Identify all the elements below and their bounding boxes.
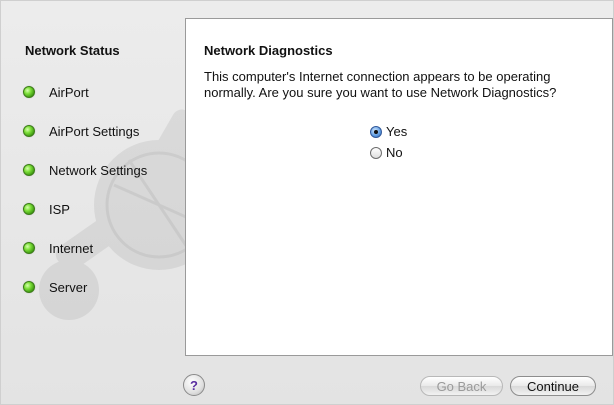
- green-status-light-icon: [23, 281, 35, 293]
- radio-button-selected[interactable]: [370, 125, 382, 138]
- status-item-label: ISP: [49, 201, 70, 217]
- radio-option-yes[interactable]: Yes: [370, 124, 407, 139]
- status-item-airport-settings: AirPort Settings: [23, 122, 139, 140]
- status-item-label: Internet: [49, 240, 94, 256]
- go-back-button[interactable]: Go Back: [420, 376, 503, 396]
- help-icon: ?: [190, 377, 198, 393]
- sidebar-title: Network Status: [25, 43, 120, 58]
- panel-message: This computer's Internet connection appe…: [204, 69, 557, 100]
- continue-button[interactable]: Continue: [510, 376, 596, 396]
- radio-label: Yes: [386, 124, 408, 139]
- status-item-network-settings: Network Settings: [23, 161, 147, 179]
- radio-label: No: [386, 145, 403, 160]
- network-diagnostics-window: Network Status AirPort AirPort Settings …: [0, 0, 614, 405]
- status-item-isp: ISP: [23, 200, 70, 218]
- green-status-light-icon: [23, 242, 35, 254]
- green-status-light-icon: [23, 86, 35, 98]
- help-button[interactable]: ?: [183, 374, 205, 396]
- green-status-light-icon: [23, 125, 35, 137]
- green-status-light-icon: [23, 164, 35, 176]
- status-item-label: Server: [49, 279, 88, 295]
- status-item-label: Network Settings: [49, 162, 148, 178]
- radio-button[interactable]: [370, 146, 382, 159]
- status-item-internet: Internet: [23, 239, 93, 257]
- status-item-server: Server: [23, 278, 87, 296]
- radio-option-no[interactable]: No: [370, 145, 403, 160]
- green-status-light-icon: [23, 203, 35, 215]
- panel-title: Network Diagnostics: [204, 43, 333, 58]
- sidebar: Network Status AirPort AirPort Settings …: [1, 1, 181, 356]
- status-item-airport: AirPort: [23, 83, 89, 101]
- content-panel: Network Diagnostics This computer's Inte…: [185, 18, 613, 356]
- status-item-label: AirPort: [49, 84, 89, 100]
- status-item-label: AirPort Settings: [49, 123, 140, 139]
